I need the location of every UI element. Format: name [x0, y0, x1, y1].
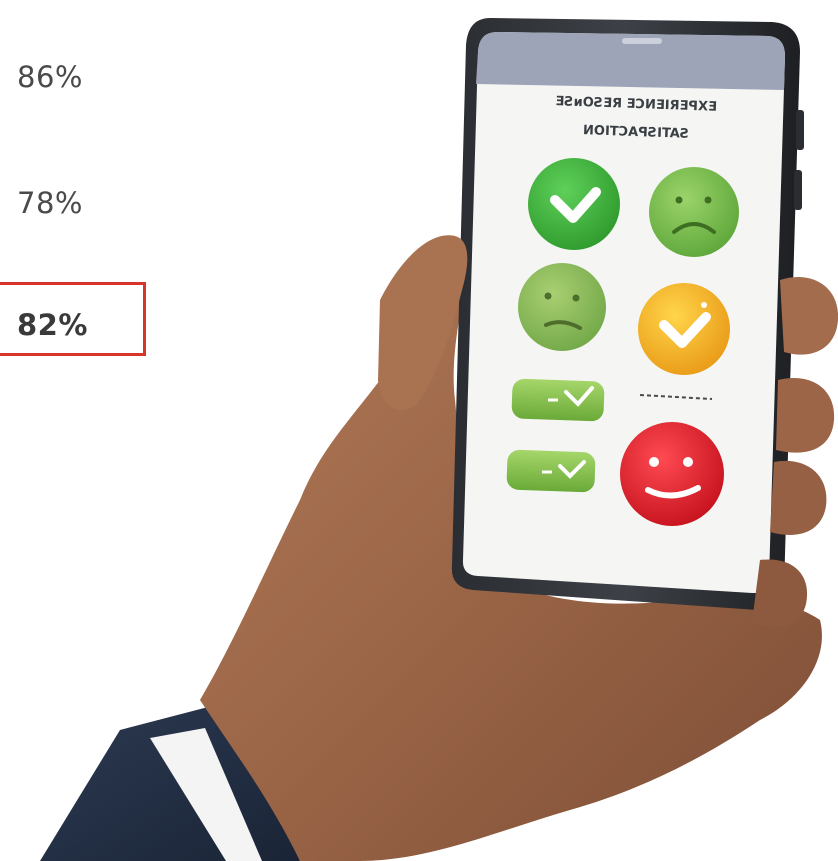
hand-holding-phone-illustration: ƎƧᴎOƧƎЯ ƎƆИƎIЯƎꟼXƎ ИOITƆAꟼƧITAƧ	[40, 17, 838, 861]
satisfied-option[interactable]	[638, 283, 730, 375]
yellow-check-face-icon	[638, 283, 730, 375]
phone-screen	[462, 31, 785, 594]
neutral-face-icon	[518, 263, 606, 351]
phone-side-button-2	[794, 170, 802, 210]
dissatisfied-option[interactable]	[649, 167, 739, 257]
rating-pill-2[interactable]	[506, 449, 596, 493]
neutral-option[interactable]	[518, 263, 606, 351]
red-smiley-face-icon	[620, 422, 724, 526]
phone-side-button	[796, 110, 804, 150]
sad-face-icon	[649, 167, 739, 257]
survey-illustration: 86% 78% 82% ƎƧᴎOƧƎЯ ƎƆИƎIЯƎꟼXƎ ИOITƆAꟼƧI…	[0, 0, 838, 861]
smartphone: ƎƧᴎOƧƎЯ ƎƆИƎIЯƎꟼXƎ ИOITƆAꟼƧITAƧ	[451, 17, 804, 611]
phone-speaker	[622, 38, 662, 44]
red-smiley-option[interactable]	[620, 422, 724, 526]
very-satisfied-option[interactable]	[528, 158, 620, 250]
green-check-face-icon	[528, 158, 620, 250]
rating-pill-1[interactable]	[511, 378, 605, 422]
